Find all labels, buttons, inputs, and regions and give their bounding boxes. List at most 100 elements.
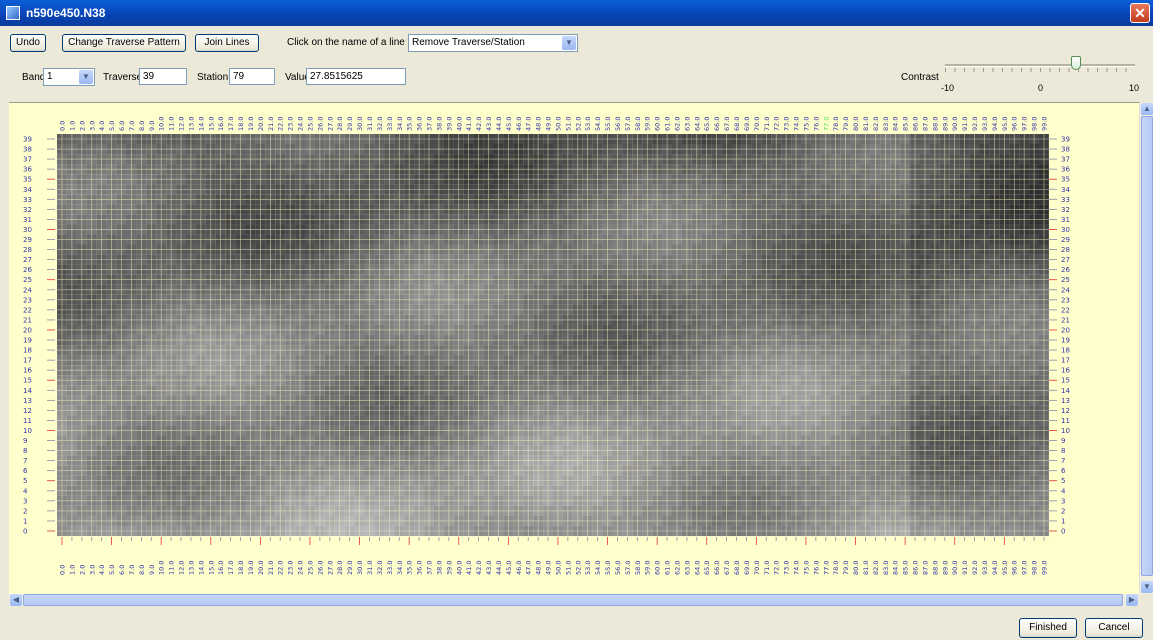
station-label-top[interactable]: 49.0: [545, 117, 553, 131]
traverse-label-right[interactable]: 28: [1061, 246, 1070, 254]
traverse-label-left[interactable]: 3: [23, 497, 27, 505]
station-label-top[interactable]: 86.0: [912, 117, 920, 131]
traverse-label-left[interactable]: 17: [23, 357, 32, 365]
station-label-top[interactable]: 99.0: [1041, 117, 1049, 131]
traverse-label-left[interactable]: 8: [23, 447, 27, 455]
station-field[interactable]: 79: [229, 68, 275, 85]
station-label-bottom[interactable]: 44.0: [495, 561, 503, 575]
traverse-label-right[interactable]: 2: [1061, 507, 1065, 515]
traverse-label-left[interactable]: 1: [23, 517, 27, 525]
station-label-top[interactable]: 35.0: [406, 117, 414, 131]
station-label-bottom[interactable]: 97.0: [1021, 561, 1029, 575]
station-label-bottom[interactable]: 58.0: [634, 561, 642, 575]
station-label-bottom[interactable]: 23.0: [287, 561, 295, 575]
station-label-top[interactable]: 61.0: [664, 117, 672, 131]
traverse-label-left[interactable]: 15: [23, 377, 32, 385]
finished-button[interactable]: Finished: [1019, 618, 1077, 638]
traverse-label-left[interactable]: 24: [23, 286, 32, 294]
traverse-field[interactable]: 39: [139, 68, 187, 85]
station-label-bottom[interactable]: 84.0: [892, 561, 900, 575]
vertical-scroll-thumb[interactable]: [1141, 116, 1153, 576]
station-label-bottom[interactable]: 80.0: [852, 561, 860, 575]
grid-viewport[interactable]: 0.0 1.0 2.0 3.0 4.0 5.0 6.0 7.0 8.0 9.0 10.0 11.0 12…: [9, 102, 1139, 595]
traverse-label-left[interactable]: 7: [23, 457, 27, 465]
station-label-bottom[interactable]: 11.0: [168, 561, 176, 575]
station-label-bottom[interactable]: 70.0: [753, 561, 761, 575]
station-label-top[interactable]: 18.0: [237, 117, 245, 131]
station-label-top[interactable]: 90.0: [951, 117, 959, 131]
station-label-top[interactable]: 34.0: [396, 117, 404, 131]
traverse-label-left[interactable]: 25: [23, 276, 32, 284]
traverse-label-left[interactable]: 29: [23, 236, 32, 244]
traverse-label-left[interactable]: 20: [23, 327, 32, 335]
traverse-label-right[interactable]: 11: [1061, 417, 1070, 425]
station-label-bottom[interactable]: 87.0: [922, 561, 930, 575]
traverse-label-left[interactable]: 11: [23, 417, 32, 425]
station-label-bottom[interactable]: 27.0: [326, 561, 334, 575]
traverse-label-right[interactable]: 30: [1061, 226, 1070, 234]
station-label-top[interactable]: 95.0: [1001, 117, 1009, 131]
station-label-top[interactable]: 96.0: [1011, 117, 1019, 131]
station-label-bottom[interactable]: 54.0: [594, 561, 602, 575]
traverse-label-left[interactable]: 33: [23, 196, 32, 204]
station-label-top[interactable]: 41.0: [465, 117, 473, 131]
station-label-bottom[interactable]: 4.0: [98, 565, 106, 575]
station-label-top[interactable]: 60.0: [654, 117, 662, 131]
undo-button[interactable]: Undo: [10, 34, 46, 52]
traverse-label-right[interactable]: 21: [1061, 316, 1070, 324]
station-label-top[interactable]: 4.0: [98, 121, 106, 131]
station-label-top[interactable]: 38.0: [435, 117, 443, 131]
change-traverse-pattern-button[interactable]: Change Traverse Pattern: [62, 34, 186, 52]
traverse-label-left[interactable]: 9: [23, 437, 27, 445]
traverse-label-right[interactable]: 6: [1061, 467, 1066, 475]
station-label-top[interactable]: 92.0: [971, 117, 979, 131]
station-label-top[interactable]: 30.0: [356, 117, 364, 131]
traverse-label-right[interactable]: 31: [1061, 216, 1070, 224]
traverse-label-right[interactable]: 19: [1061, 337, 1070, 345]
station-label-top[interactable]: 85.0: [902, 117, 910, 131]
station-label-bottom[interactable]: 14.0: [197, 561, 205, 575]
station-label-bottom[interactable]: 5.0: [108, 565, 116, 575]
station-label-bottom[interactable]: 49.0: [545, 561, 553, 575]
station-label-bottom[interactable]: 42.0: [475, 561, 483, 575]
cancel-button[interactable]: Cancel: [1085, 618, 1143, 638]
station-label-top[interactable]: 23.0: [287, 117, 295, 131]
station-label-top[interactable]: 6.0: [118, 121, 126, 131]
traverse-label-right[interactable]: 13: [1061, 397, 1070, 405]
station-label-top[interactable]: 72.0: [773, 117, 781, 131]
station-label-top[interactable]: 2.0: [78, 121, 86, 131]
station-label-top[interactable]: 36.0: [416, 117, 424, 131]
station-label-top[interactable]: 58.0: [634, 117, 642, 131]
join-lines-button[interactable]: Join Lines: [195, 34, 259, 52]
station-label-top[interactable]: 51.0: [564, 117, 572, 131]
station-label-bottom[interactable]: 43.0: [485, 561, 493, 575]
station-label-bottom[interactable]: 26.0: [316, 561, 324, 575]
station-label-bottom[interactable]: 22.0: [277, 561, 285, 575]
station-label-top[interactable]: 55.0: [604, 117, 612, 131]
traverse-label-right[interactable]: 37: [1061, 156, 1070, 164]
station-label-bottom[interactable]: 21.0: [267, 561, 275, 575]
station-label-bottom[interactable]: 48.0: [535, 561, 543, 575]
station-label-top[interactable]: 50.0: [555, 117, 563, 131]
station-label-top[interactable]: 93.0: [981, 117, 989, 131]
station-label-top[interactable]: 14.0: [197, 117, 205, 131]
station-label-top[interactable]: 21.0: [267, 117, 275, 131]
station-label-bottom[interactable]: 95.0: [1001, 561, 1009, 575]
traverse-label-right[interactable]: 23: [1061, 296, 1070, 304]
traverse-label-right[interactable]: 3: [1061, 497, 1065, 505]
station-label-bottom[interactable]: 24.0: [297, 561, 305, 575]
station-label-top[interactable]: 57.0: [624, 117, 632, 131]
traverse-label-left[interactable]: 27: [23, 256, 32, 264]
station-label-top[interactable]: 79.0: [842, 117, 850, 131]
scroll-down-icon[interactable]: ▼: [1141, 581, 1153, 593]
traverse-label-left[interactable]: 26: [23, 266, 32, 274]
station-label-top[interactable]: 7.0: [128, 121, 136, 131]
station-label-bottom[interactable]: 96.0: [1011, 561, 1019, 575]
traverse-label-right[interactable]: 25: [1061, 276, 1070, 284]
station-label-bottom[interactable]: 41.0: [465, 561, 473, 575]
station-label-top[interactable]: 80.0: [852, 117, 860, 131]
station-label-bottom[interactable]: 36.0: [416, 561, 424, 575]
station-label-bottom[interactable]: 57.0: [624, 561, 632, 575]
station-label-bottom[interactable]: 12.0: [178, 561, 186, 575]
station-label-bottom[interactable]: 40.0: [455, 561, 463, 575]
